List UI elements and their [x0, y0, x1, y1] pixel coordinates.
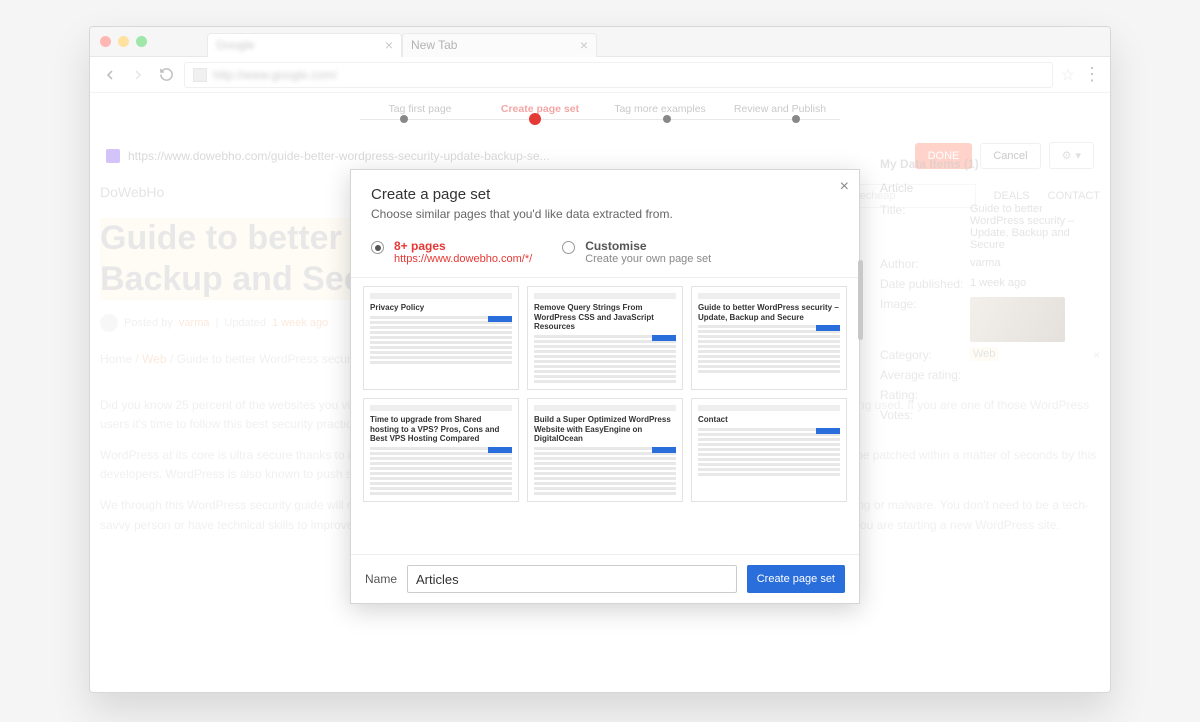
- browser-window: Google × New Tab × http://www.google.com…: [89, 26, 1111, 693]
- page-thumbnails: Privacy PolicyRemove Query Strings From …: [351, 277, 859, 555]
- page-thumbnail[interactable]: Build a Super Optimized WordPress Websit…: [527, 398, 683, 502]
- modal-title: Create a page set: [371, 186, 839, 203]
- page-thumbnail[interactable]: Privacy Policy: [363, 286, 519, 390]
- pageset-option-customise[interactable]: Customise Create your own page set: [562, 239, 711, 265]
- modal-subtitle: Choose similar pages that you'd like dat…: [371, 207, 839, 221]
- pageset-option-auto[interactable]: 8+ pages https://www.dowebho.com/*/: [371, 239, 532, 265]
- create-page-set-button[interactable]: Create page set: [747, 565, 845, 593]
- name-label: Name: [365, 572, 397, 586]
- page-thumbnail[interactable]: Contact: [691, 398, 847, 502]
- page-thumbnail[interactable]: Time to upgrade from Shared hosting to a…: [363, 398, 519, 502]
- radio-icon[interactable]: [371, 241, 384, 254]
- page-thumbnail[interactable]: Remove Query Strings From WordPress CSS …: [527, 286, 683, 390]
- scrollbar[interactable]: [858, 260, 863, 340]
- page-thumbnail[interactable]: Guide to better WordPress security – Upd…: [691, 286, 847, 390]
- step-dot: [663, 115, 671, 123]
- pageset-name-input[interactable]: [407, 565, 737, 593]
- step-dot: [400, 115, 408, 123]
- close-modal-icon[interactable]: ×: [840, 178, 849, 196]
- radio-icon[interactable]: [562, 241, 575, 254]
- step-dot: [792, 115, 800, 123]
- create-page-set-modal: × Create a page set Choose similar pages…: [350, 169, 860, 604]
